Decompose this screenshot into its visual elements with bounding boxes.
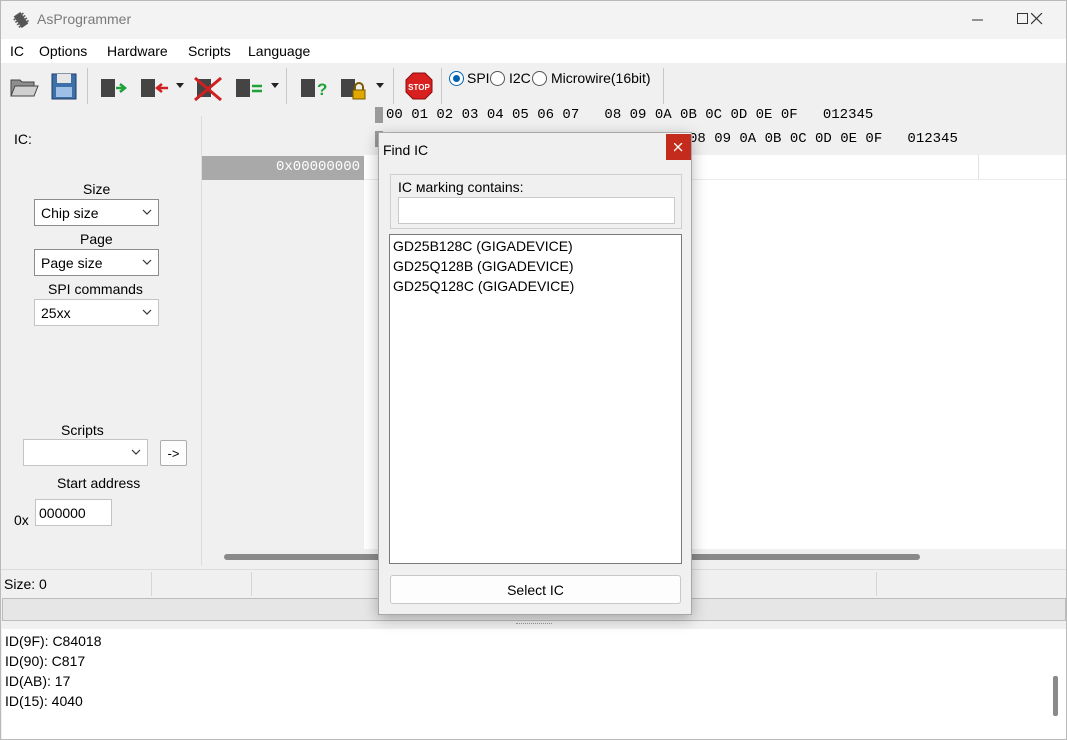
log-line: ID(90): C817 bbox=[5, 653, 86, 669]
open-file-button[interactable] bbox=[8, 70, 40, 102]
hex-column-header-2: 08 09 0A 0B 0C 0D 0E 0F 012345 bbox=[689, 131, 958, 147]
ic-results-list[interactable]: GD25B128C (GIGADEVICE) GD25Q128B (GIGADE… bbox=[389, 234, 682, 564]
list-item[interactable]: GD25B128C (GIGADEVICE) bbox=[393, 238, 573, 254]
log-output[interactable]: ID(9F): C84018 ID(90): C817 ID(AB): 17 I… bbox=[2, 629, 1066, 739]
stop-button[interactable]: STOP bbox=[403, 70, 435, 102]
toolbar: ? STOP SPI I2C Microwire(16bit) bbox=[1, 64, 1066, 107]
verify-dropdown-arrow[interactable] bbox=[271, 83, 279, 88]
window-title: AsProgrammer bbox=[37, 11, 132, 27]
open-file-icon bbox=[10, 79, 39, 97]
i2c-radio-label[interactable]: I2C bbox=[509, 70, 531, 86]
verify-chip-button[interactable] bbox=[233, 70, 265, 102]
start-address-label: Start address bbox=[57, 475, 141, 491]
hex-cell-divider bbox=[978, 155, 979, 179]
log-line: ID(15): 4040 bbox=[5, 693, 83, 709]
menu-options[interactable]: Options bbox=[39, 43, 87, 59]
start-address-value: 000000 bbox=[39, 505, 86, 521]
size-select[interactable]: Chip size bbox=[34, 199, 159, 226]
page-select[interactable]: Page size bbox=[34, 249, 159, 276]
menu-hardware[interactable]: Hardware bbox=[107, 43, 168, 59]
chevron-down-icon bbox=[142, 259, 152, 265]
ic-marking-search-input[interactable] bbox=[398, 197, 675, 224]
svg-text:?: ? bbox=[317, 80, 327, 99]
spi-commands-select[interactable]: 25xx bbox=[34, 299, 159, 326]
select-ic-button[interactable]: Select IC bbox=[390, 575, 681, 604]
spi-commands-value: 25xx bbox=[41, 305, 71, 321]
dialog-close-button[interactable] bbox=[666, 134, 691, 160]
read-id-button[interactable]: ? bbox=[298, 70, 330, 102]
log-splitter-handle[interactable] bbox=[516, 623, 552, 626]
list-item[interactable]: GD25Q128B (GIGADEVICE) bbox=[393, 258, 574, 274]
list-item[interactable]: GD25Q128C (GIGADEVICE) bbox=[393, 278, 574, 294]
scripts-label: Scripts bbox=[61, 422, 104, 438]
log-vertical-scrollbar[interactable] bbox=[1053, 676, 1058, 716]
close-button[interactable] bbox=[1015, 1, 1061, 39]
lock-button[interactable] bbox=[338, 70, 370, 102]
chevron-down-icon bbox=[142, 309, 152, 315]
scripts-select[interactable] bbox=[23, 439, 148, 466]
hex-column-header: 00 01 02 03 04 05 06 07 08 09 0A 0B 0C 0… bbox=[386, 107, 874, 123]
menu-bar: IC Options Hardware Scripts Language bbox=[1, 39, 1066, 63]
spi-commands-label: SPI commands bbox=[48, 281, 143, 297]
read-chip-button[interactable] bbox=[98, 70, 130, 102]
search-label: IC мarking contains: bbox=[398, 179, 524, 195]
read-id-icon: ? bbox=[301, 79, 327, 99]
run-script-button[interactable]: -> bbox=[160, 440, 187, 466]
start-address-input[interactable]: 000000 bbox=[35, 499, 112, 526]
write-dropdown-arrow[interactable] bbox=[176, 83, 184, 88]
hex-header-marker bbox=[375, 107, 383, 123]
write-chip-icon bbox=[141, 79, 168, 97]
title-bar: AsProgrammer bbox=[1, 1, 1066, 39]
lock-dropdown-arrow[interactable] bbox=[376, 83, 384, 88]
microwire-radio[interactable] bbox=[532, 71, 547, 86]
erase-chip-button[interactable] bbox=[193, 70, 225, 102]
ic-label: IC: bbox=[14, 131, 32, 147]
size-select-value: Chip size bbox=[41, 205, 99, 221]
i2c-radio[interactable] bbox=[490, 71, 505, 86]
menu-language[interactable]: Language bbox=[248, 43, 310, 59]
lock-icon bbox=[341, 79, 366, 100]
log-line: ID(AB): 17 bbox=[5, 673, 71, 689]
write-chip-button[interactable] bbox=[138, 70, 170, 102]
spi-radio[interactable] bbox=[449, 71, 464, 86]
size-label: Size bbox=[83, 181, 111, 197]
save-button[interactable] bbox=[48, 70, 80, 102]
chevron-down-icon bbox=[142, 209, 152, 215]
verify-chip-icon bbox=[236, 79, 262, 97]
toolbar-separator bbox=[286, 68, 287, 104]
hex-address-cell: 0x00000000 bbox=[202, 156, 364, 180]
menu-ic[interactable]: IC bbox=[10, 43, 24, 59]
close-icon bbox=[1031, 13, 1043, 25]
chip-app-icon bbox=[13, 12, 29, 28]
save-icon bbox=[51, 73, 77, 100]
status-separator bbox=[151, 572, 152, 596]
status-separator bbox=[876, 572, 877, 596]
main-window: AsProgrammer IC Options Hardware Scripts… bbox=[0, 0, 1067, 740]
page-label: Page bbox=[80, 231, 113, 247]
page-select-value: Page size bbox=[41, 255, 103, 271]
find-ic-dialog: Find IC IC мarking contains: GD25B128C (… bbox=[378, 132, 692, 615]
read-chip-icon bbox=[101, 79, 128, 97]
menu-scripts[interactable]: Scripts bbox=[188, 43, 231, 59]
stop-icon: STOP bbox=[405, 72, 433, 100]
toolbar-separator bbox=[87, 68, 88, 104]
erase-chip-icon bbox=[194, 76, 222, 102]
dialog-title: Find IC bbox=[383, 142, 429, 158]
spi-radio-label[interactable]: SPI bbox=[467, 70, 490, 86]
chevron-down-icon bbox=[131, 449, 141, 455]
status-separator bbox=[251, 572, 252, 596]
chip-settings-panel: IC: Size Chip size Page Page size SPI co… bbox=[3, 116, 202, 566]
start-address-prefix: 0x bbox=[14, 512, 29, 528]
svg-text:STOP: STOP bbox=[408, 83, 430, 92]
toolbar-separator bbox=[441, 68, 442, 104]
search-group: IC мarking contains: bbox=[390, 174, 682, 229]
minimize-hit bbox=[957, 1, 1003, 39]
toolbar-separator bbox=[393, 68, 394, 104]
size-status: Size: 0 bbox=[4, 576, 47, 592]
microwire-radio-label[interactable]: Microwire(16bit) bbox=[551, 70, 651, 86]
close-icon bbox=[674, 143, 683, 152]
log-line: ID(9F): C84018 bbox=[5, 633, 102, 649]
toolbar-separator bbox=[663, 68, 664, 104]
